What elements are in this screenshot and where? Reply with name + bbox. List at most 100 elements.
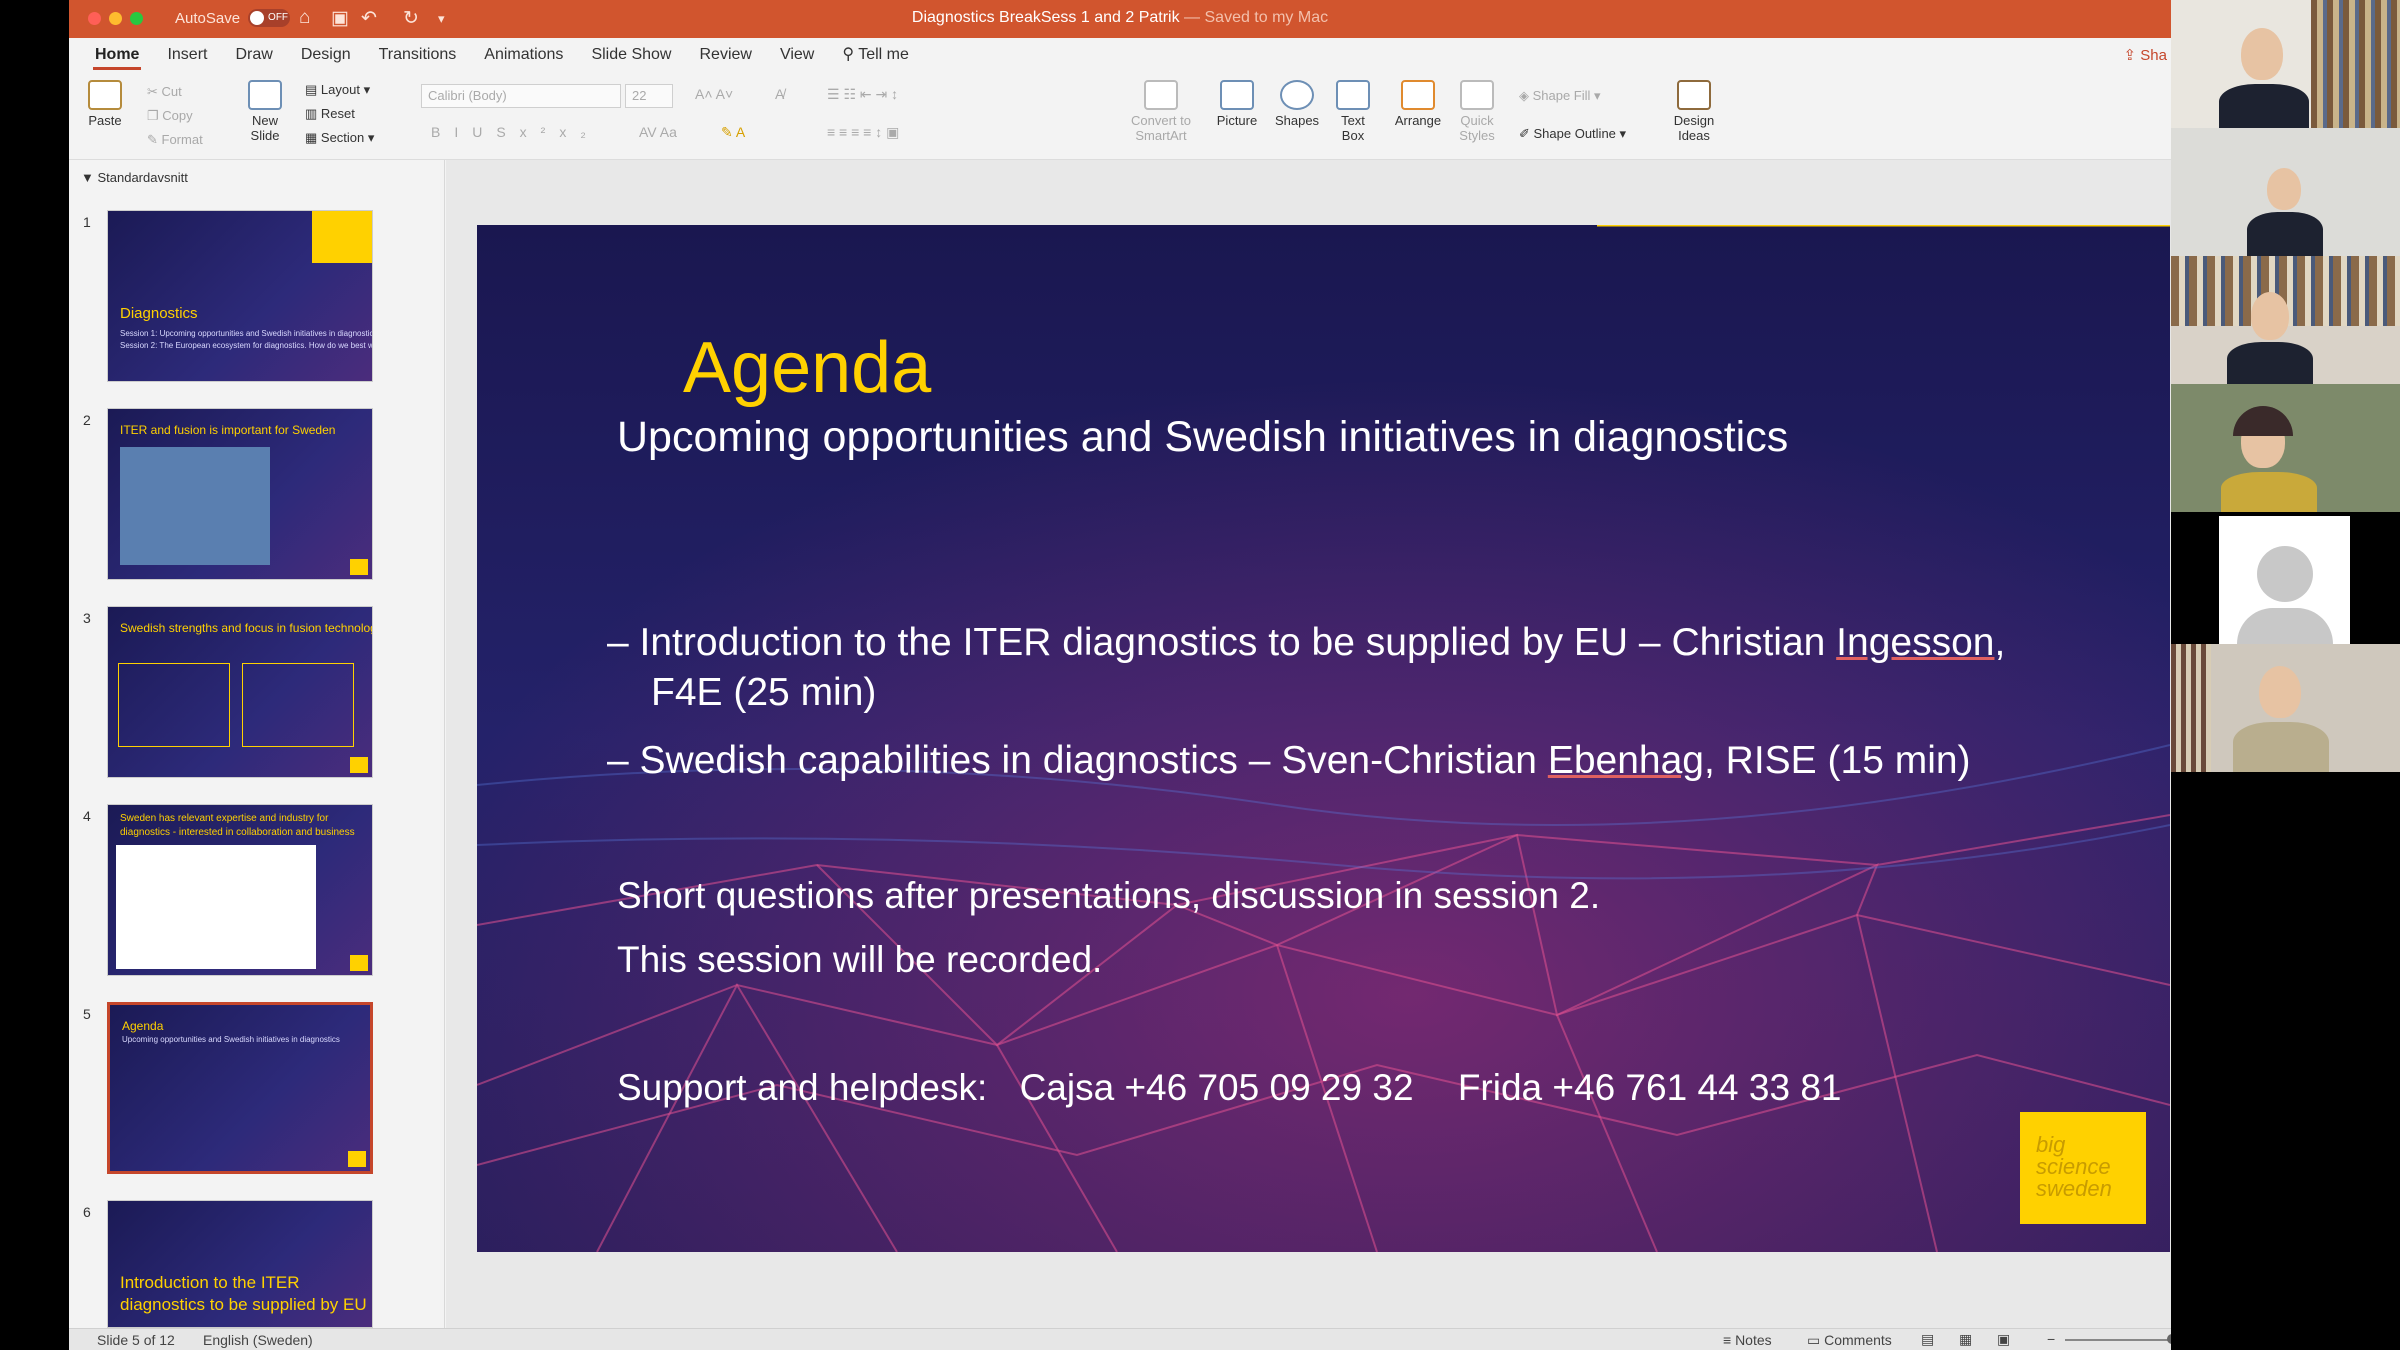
slide-thumbnail-3[interactable]: Swedish strengths and focus in fusion te… — [107, 606, 373, 778]
participant-tile-1[interactable] — [2171, 0, 2400, 128]
slide-title: Agenda — [683, 328, 932, 408]
ribbon-tabs: Home Insert Draw Design Transitions Anim… — [69, 38, 2171, 72]
format-painter-button[interactable]: ✎ Format — [147, 132, 203, 148]
section-header[interactable]: ▼ Standardavsnitt — [81, 170, 188, 185]
cut-button[interactable]: ✂ Cut — [147, 84, 182, 100]
shape-fill-label: Shape Fill — [1532, 88, 1591, 103]
font-name-select[interactable]: Calibri (Body) — [421, 84, 621, 108]
char-spacing-icon[interactable]: AV Aa — [639, 124, 677, 140]
copy-button[interactable]: ❐ Copy — [147, 108, 193, 124]
logo-line-1: big — [2036, 1132, 2066, 1157]
participant-face — [2259, 666, 2301, 718]
notes-button[interactable]: ≡ Notes — [1723, 1332, 1772, 1348]
font-size-select[interactable]: 22 — [625, 84, 673, 108]
autosave-toggle[interactable]: OFF — [248, 9, 291, 27]
arrange-button[interactable]: Arrange — [1393, 80, 1443, 128]
current-slide[interactable]: Agenda Upcoming opportunities and Swedis… — [477, 225, 2170, 1252]
screen: { "window": { "autosave_label": "AutoSav… — [0, 0, 2400, 1350]
shapes-icon — [1280, 80, 1314, 110]
slide-thumbnail-1[interactable]: Diagnostics Session 1: Upcoming opportun… — [107, 210, 373, 382]
new-slide-button[interactable]: New Slide — [245, 80, 285, 143]
notes-icon: ≡ — [1723, 1332, 1736, 1348]
slide-thumbnail-4[interactable]: Sweden has relevant expertise and indust… — [107, 804, 373, 976]
participant-tile-4[interactable] — [2171, 384, 2400, 512]
agenda-item-2-affiliation: , RISE (15 min) — [1703, 739, 1971, 782]
quick-styles-label-2: Styles — [1459, 128, 1495, 143]
section-button[interactable]: ▦ Section ▾ — [305, 130, 374, 146]
picture-button[interactable]: Picture — [1213, 80, 1261, 128]
new-slide-label-2: Slide — [250, 128, 280, 143]
participant-tile-5[interactable] — [2171, 516, 2400, 644]
tab-view[interactable]: View — [766, 38, 828, 72]
agenda-item-1-speaker: Ingesson — [1836, 621, 1995, 664]
support-frida: Frida +46 761 44 33 81 — [1457, 1067, 1842, 1108]
layout-label: Layout — [320, 82, 360, 97]
reset-button[interactable]: ▥ Reset — [305, 106, 355, 122]
text-box-button[interactable]: Text Box — [1333, 80, 1373, 143]
comment-icon: ▭ — [1807, 1332, 1825, 1348]
comments-button[interactable]: ▭ Comments — [1807, 1332, 1892, 1349]
arrange-icon — [1401, 80, 1435, 110]
grow-font-icon[interactable]: A˄ A˅ — [695, 86, 733, 102]
thumb-number-6: 6 — [83, 1204, 91, 1220]
tab-insert[interactable]: Insert — [153, 38, 221, 72]
tab-home[interactable]: Home — [81, 38, 153, 72]
agenda-item-2-speaker: Ebenhag — [1547, 739, 1704, 782]
quick-styles-button[interactable]: Quick Styles — [1457, 80, 1497, 143]
save-icon[interactable]: ▣ — [331, 7, 349, 30]
language-indicator[interactable]: English (Sweden) — [203, 1332, 313, 1348]
clear-format-icon[interactable]: A̸ — [775, 86, 784, 102]
bullets-icon[interactable]: ☰ ☷ ⇤ ⇥ ↕ — [827, 86, 898, 103]
redo-icon[interactable]: ↻ — [403, 7, 419, 30]
slide-thumbnail-2[interactable]: ITER and fusion is important for Sweden — [107, 408, 373, 580]
tab-review[interactable]: Review — [685, 38, 765, 72]
align-icon[interactable]: ≡ ≡ ≡ ≡ ↕ ▣ — [827, 124, 899, 141]
home-icon[interactable]: ⌂ — [299, 7, 310, 29]
support-cajsa: Cajsa +46 705 09 29 32 — [1019, 1067, 1414, 1108]
layout-button[interactable]: ▤ Layout ▾ — [305, 82, 370, 98]
shapes-button[interactable]: Shapes — [1273, 80, 1321, 128]
agenda-item-1: – Introduction to the ITER diagnostics t… — [607, 621, 2005, 665]
shape-outline-button[interactable]: ✐ Shape Outline ▾ — [1519, 126, 1626, 142]
zoom-window-button[interactable] — [130, 12, 143, 25]
zoom-out-icon[interactable]: − — [2047, 1331, 2055, 1347]
shape-fill-button[interactable]: ◈ Shape Fill ▾ — [1519, 88, 1601, 104]
participant-tile-3[interactable] — [2171, 256, 2400, 384]
slide-sorter-icon[interactable]: ▦ — [1959, 1331, 1972, 1348]
slide-counter: Slide 5 of 12 — [97, 1332, 175, 1348]
tab-transitions[interactable]: Transitions — [365, 38, 471, 72]
collapse-triangle-icon: ▼ — [81, 170, 98, 185]
undo-icon[interactable]: ↶ — [361, 7, 377, 30]
minimize-window-button[interactable] — [109, 12, 122, 25]
design-ideas-button[interactable]: Design Ideas — [1669, 80, 1719, 143]
design-ideas-label-1: Design — [1673, 113, 1715, 128]
customize-toolbar-icon[interactable]: ▾ — [438, 11, 445, 27]
brush-icon: ✎ — [147, 132, 162, 147]
slide-thumbnail-6[interactable]: Introduction to the ITER diagnostics to … — [107, 1200, 373, 1328]
tab-draw[interactable]: Draw — [221, 38, 286, 72]
reading-view-icon[interactable]: ▣ — [1997, 1331, 2010, 1348]
normal-view-icon[interactable]: ▤ — [1921, 1331, 1934, 1348]
thumb-number-4: 4 — [83, 808, 91, 824]
tab-slide-show[interactable]: Slide Show — [577, 38, 685, 72]
convert-label-1: Convert to — [1131, 113, 1191, 128]
text-style-icons[interactable]: BIUSx²x₂ — [431, 124, 600, 140]
thumb-title: ITER and fusion is important for Sweden — [120, 423, 336, 437]
bookshelf — [2311, 0, 2400, 128]
paste-button[interactable]: Paste — [83, 80, 127, 128]
convert-smartart-button[interactable]: Convert to SmartArt — [1119, 80, 1203, 143]
zoom-slider[interactable] — [2065, 1339, 2171, 1341]
tab-design[interactable]: Design — [287, 38, 365, 72]
share-button[interactable]: ⇪ Sha — [2124, 46, 2167, 64]
participant-tile-2[interactable] — [2171, 128, 2400, 256]
highlight-icon[interactable]: ✎ A — [721, 124, 745, 141]
paste-label: Paste — [88, 113, 122, 128]
autosave-toggle-group[interactable]: AutoSave OFF — [175, 9, 291, 27]
slide-thumbnail-5[interactable]: Agenda Upcoming opportunities and Swedis… — [107, 1002, 373, 1174]
participant-tile-6[interactable] — [2171, 644, 2400, 772]
picture-label: Picture — [1216, 113, 1258, 128]
tab-animations[interactable]: Animations — [470, 38, 577, 72]
home-ribbon: Paste ✂ Cut ❐ Copy ✎ Format New Slide ▤ … — [69, 72, 2171, 160]
tell-me-search[interactable]: ⚲ Tell me — [828, 38, 923, 72]
close-window-button[interactable] — [88, 12, 101, 25]
